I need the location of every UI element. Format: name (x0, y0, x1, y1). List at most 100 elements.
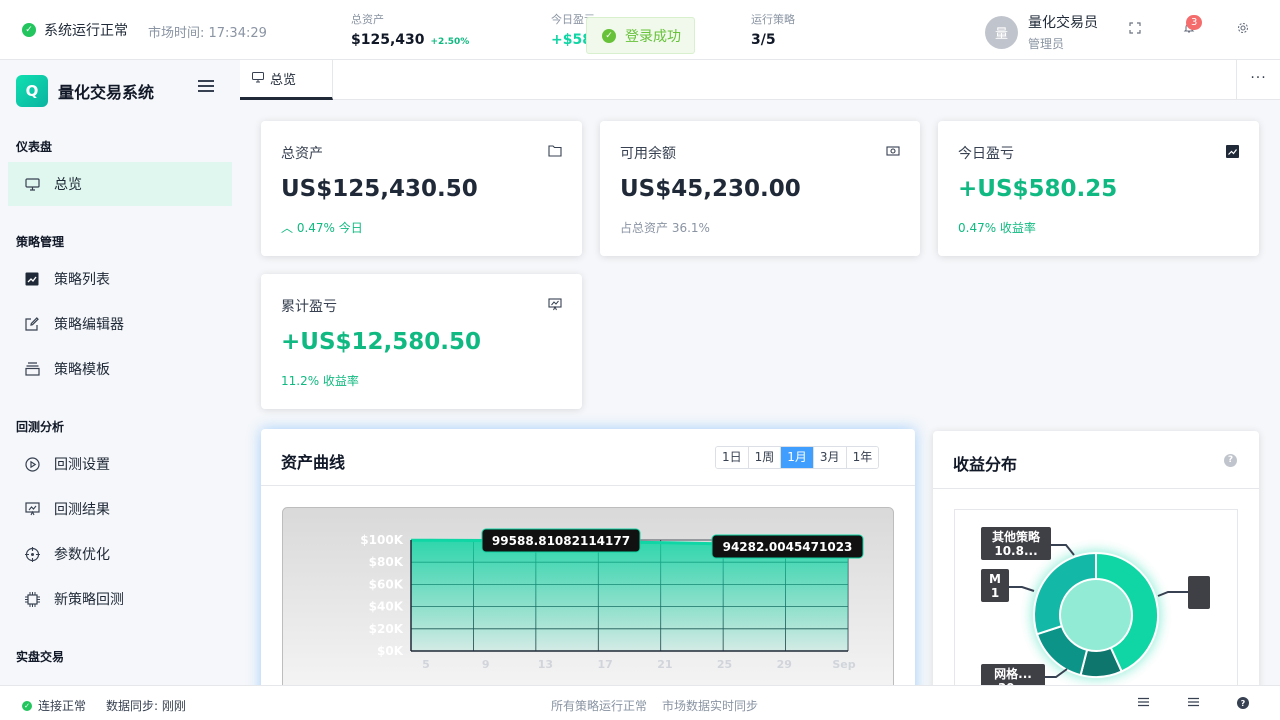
card-sub: ︿ 0.47% 今日 (281, 219, 363, 236)
slice-label: 其他策略 (992, 529, 1041, 544)
x-tick-label: 29 (777, 658, 792, 671)
more-icon[interactable]: ··· (1236, 60, 1280, 100)
user-role: 管理员 (1028, 37, 1065, 51)
connection-status: ✓ 连接正常 (22, 697, 86, 714)
svg-text:?: ? (1241, 699, 1246, 708)
distribution-chart[interactable]: 其他策略10.8...M1网格...30... (954, 509, 1238, 699)
stat-label: 运行策略 (751, 13, 795, 26)
stat-strategies: 运行策略 3/5 (751, 11, 795, 48)
toast-message: ✓ 登录成功 (586, 17, 695, 54)
range-3m-button[interactable]: 3月 (813, 447, 847, 468)
monitor-icon (24, 176, 40, 192)
x-tick-label: 21 (657, 658, 672, 671)
slice-label: 网格... (994, 666, 1032, 681)
market-time: 市场时间: 17:34:29 (148, 26, 267, 41)
card-sub: 占总资产 36.1% (620, 221, 710, 235)
user-menu[interactable]: 量 量化交易员 管理员 (985, 12, 1098, 52)
check-circle-icon: ✓ (22, 700, 32, 711)
range-1d-button[interactable]: 1日 (716, 447, 749, 468)
user-name: 量化交易员 (1028, 15, 1098, 31)
tab-overview[interactable]: 总览 (240, 60, 333, 100)
sidebar-item-new-backtest[interactable]: 新策略回测 (8, 577, 232, 621)
card-value: +US$580.25 (958, 176, 1118, 202)
notification-badge: 3 (1186, 15, 1203, 30)
stack-icon (24, 361, 40, 377)
play-icon (24, 456, 40, 472)
y-tick-label: $60K (369, 577, 404, 591)
card-sub-text: 0.47% 今日 (296, 221, 363, 235)
chevron-up-icon: ︿ (281, 221, 297, 235)
card-value: US$125,430.50 (281, 176, 478, 202)
sidebar-item-strategy-templates[interactable]: 策略模板 (8, 347, 232, 391)
sidebar-item-label: 参数优化 (54, 547, 110, 563)
equity-chart[interactable]: $0K $20K $40K $60K $80K $100K 5 9 13 17 21 25 29 Sep 9… (282, 507, 894, 697)
top-bar: ✓ 系统运行正常 市场时间: 17:34:29 总资产 $125,430 +2.5… (0, 0, 1280, 60)
card-value: +US$12,580.50 (281, 329, 482, 355)
total-assets-value: $125,430 (351, 32, 425, 48)
status-bar: ✓ 连接正常 数据同步: 刚刚 所有策略运行正常 市场数据实时同步 ? (0, 685, 1280, 720)
chart-icon (24, 271, 40, 287)
group-dashboard: 仪表盘 (16, 140, 53, 154)
presentation-icon (548, 298, 562, 312)
tab-label: 总览 (270, 73, 297, 88)
group-backtest: 回测分析 (16, 420, 65, 434)
fullscreen-icon[interactable] (1127, 22, 1143, 38)
card-label: 总资产 (281, 146, 323, 162)
slice-label: M (989, 572, 1001, 586)
panel-title: 收益分布 (953, 455, 1018, 474)
menu-icon[interactable] (1187, 697, 1199, 709)
stat-label: 总资产 (351, 13, 384, 26)
brand[interactable]: Q 量化交易系统 (16, 75, 154, 107)
monitor-icon (252, 71, 264, 86)
sidebar-item-label: 策略编辑器 (54, 317, 124, 333)
x-tick-label: 13 (538, 658, 553, 671)
y-tick-label: $100K (360, 533, 403, 547)
folder-icon (548, 145, 562, 159)
x-tick-label: Sep (832, 658, 855, 671)
sidebar-item-label: 策略模板 (54, 362, 110, 378)
strategies-status: 所有策略运行正常 (551, 699, 648, 713)
check-circle-icon: ✓ (22, 23, 36, 37)
sidebar-item-strategy-editor[interactable]: 策略编辑器 (8, 302, 232, 346)
card-cumulative-pnl: 累计盈亏 +US$12,580.50 11.2% 收益率 (261, 274, 582, 409)
panel-title: 资产曲线 (281, 453, 346, 472)
help-circle-icon[interactable]: ? (1237, 697, 1249, 709)
sidebar-item-label: 回测结果 (54, 502, 110, 518)
card-today-pnl: 今日盈亏 +US$580.25 0.47% 收益率 (938, 121, 1259, 256)
edit-icon (24, 316, 40, 332)
card-total-assets: 总资产 US$125,430.50 ︿ 0.47% 今日 (261, 121, 582, 256)
range-1y-button[interactable]: 1年 (846, 447, 879, 468)
menu-collapse-icon[interactable] (198, 80, 214, 94)
range-1w-button[interactable]: 1周 (748, 447, 782, 468)
strategies-value: 3/5 (751, 32, 776, 48)
range-1m-button[interactable]: 1月 (781, 447, 814, 468)
sidebar-item-strategy-list[interactable]: 策略列表 (8, 257, 232, 301)
target-icon (24, 546, 40, 562)
sidebar-item-overview[interactable]: 总览 (8, 162, 232, 206)
market-data-status: 市场数据实时同步 (662, 699, 759, 713)
x-tick-label: 17 (597, 658, 612, 671)
x-tick-label: 25 (717, 658, 732, 671)
y-tick-label: $0K (377, 644, 404, 658)
sidebar-item-label: 回测设置 (54, 457, 110, 473)
time-range-selector: 1日 1周 1月 3月 1年 (715, 446, 880, 469)
cash-icon (886, 145, 900, 159)
y-tick-label: $40K (369, 600, 404, 614)
y-tick-label: $80K (369, 555, 404, 569)
card-label: 今日盈亏 (958, 146, 1014, 162)
list-icon[interactable] (1137, 697, 1149, 709)
sidebar-item-backtest-results[interactable]: 回测结果 (8, 487, 232, 531)
card-label: 累计盈亏 (281, 299, 337, 315)
sidebar-item-param-optimize[interactable]: 参数优化 (8, 532, 232, 576)
connection-text: 连接正常 (38, 699, 87, 713)
group-live-trading: 实盘交易 (16, 650, 65, 664)
sidebar-item-backtest-settings[interactable]: 回测设置 (8, 442, 232, 486)
tooltip-label: 94282.0045471023 (723, 540, 853, 554)
card-sub: 11.2% 收益率 (281, 374, 359, 388)
help-icon[interactable]: ? (1224, 454, 1237, 467)
sync-status: 数据同步: 刚刚 (106, 699, 186, 713)
label-box (1188, 576, 1210, 609)
group-strategy: 策略管理 (16, 235, 65, 249)
sidebar: Q 量化交易系统 仪表盘 总览 策略管理 策略列表 策略编辑器 策略模板 回测分… (0, 60, 240, 685)
gear-icon[interactable] (1235, 22, 1251, 38)
